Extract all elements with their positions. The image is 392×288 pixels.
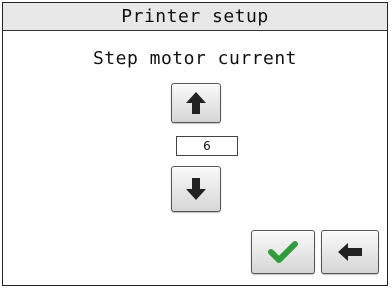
decrease-button[interactable] [171, 166, 221, 212]
confirm-button[interactable] [251, 230, 315, 274]
arrow-left-icon [337, 242, 363, 262]
setting-label: Step motor current [92, 48, 298, 69]
checkmark-icon [268, 240, 298, 264]
arrow-down-icon [185, 177, 207, 201]
arrow-up-icon [185, 91, 207, 115]
value-field[interactable]: 6 [176, 136, 238, 156]
value-text: 6 [203, 139, 211, 153]
title-bar: Printer setup [3, 3, 387, 31]
page-title: Printer setup [121, 6, 269, 27]
back-button[interactable] [321, 230, 379, 274]
increase-button[interactable] [171, 83, 221, 123]
printer-setup-screen: Printer setup Step motor current 6 [2, 2, 388, 286]
